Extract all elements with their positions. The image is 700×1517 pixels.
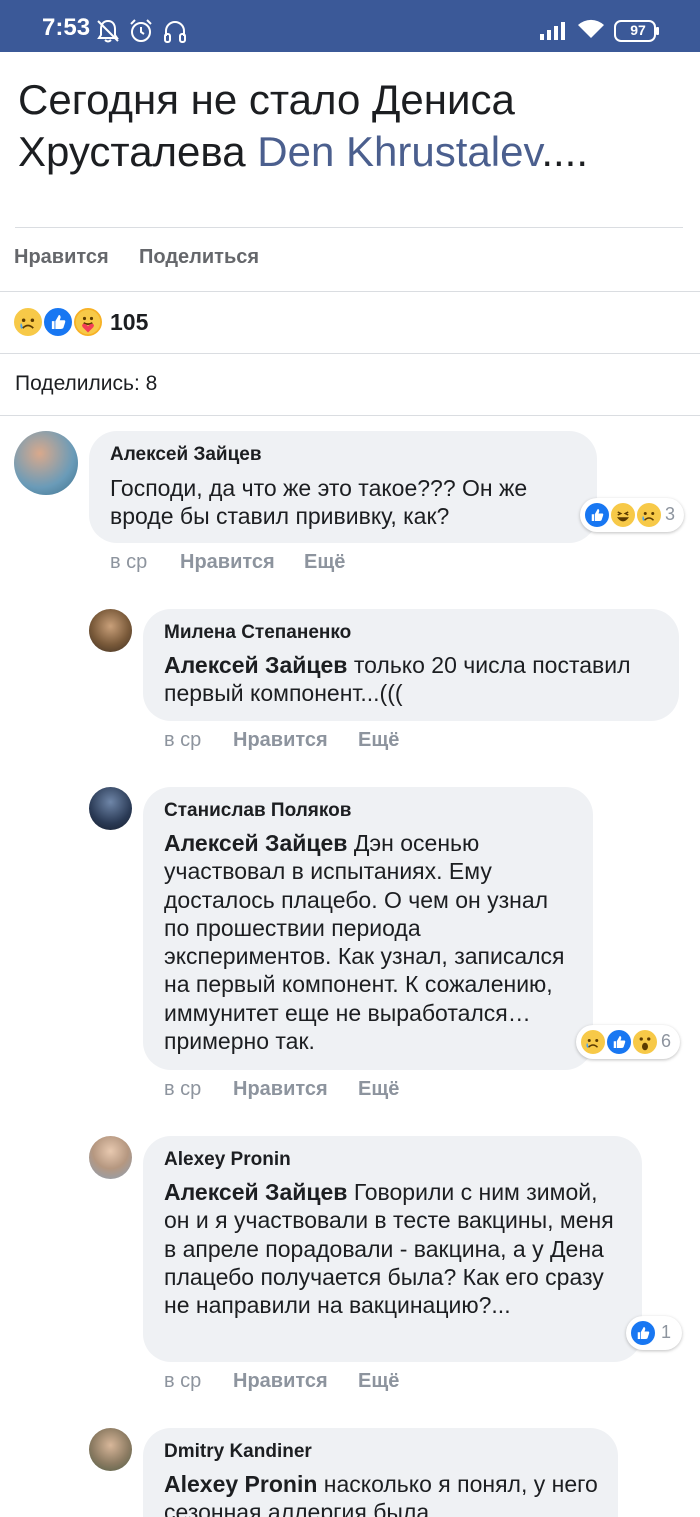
comment-author[interactable]: Dmitry Kandiner (164, 1441, 312, 1463)
comment-reactions-count: 6 (661, 1031, 672, 1051)
comment-text: Алексей Зайцев Говорили с ним зимой, он … (164, 1178, 626, 1319)
comment-author[interactable]: Станислав Поляков (164, 800, 351, 822)
like-button[interactable]: Нравится (14, 246, 109, 269)
comment-reactions-count: 1 (661, 1322, 672, 1342)
headphones-icon (162, 18, 188, 49)
comment-more-button[interactable]: Ещё (358, 729, 399, 752)
comment-reactions[interactable]: 1 (626, 1316, 682, 1350)
comment-like-button[interactable]: Нравится (180, 551, 275, 574)
avatar[interactable] (14, 431, 78, 495)
avatar[interactable] (89, 609, 132, 652)
comment-time: в ср (164, 729, 202, 751)
care-icon (72, 306, 104, 338)
like-icon (629, 1319, 657, 1347)
avatar[interactable] (89, 1428, 132, 1471)
sad-icon (579, 1028, 607, 1056)
like-icon (583, 501, 611, 529)
comment-time: в ср (110, 551, 148, 573)
comment-more-button[interactable]: Ещё (358, 1078, 399, 1101)
avatar[interactable] (89, 787, 132, 830)
alarm-icon (128, 18, 154, 49)
comment-reactions-count: 3 (665, 504, 676, 524)
comment-like-button[interactable]: Нравится (233, 1078, 328, 1101)
notifications-muted-icon (96, 18, 120, 49)
comment-author[interactable]: Милена Степаненко (164, 622, 351, 644)
wifi-icon (576, 18, 606, 45)
like-icon (42, 306, 74, 338)
haha-icon (609, 501, 637, 529)
like-icon (605, 1028, 633, 1056)
wow-icon (631, 1028, 659, 1056)
divider (0, 353, 700, 354)
comment-body: Господи, да что же это такое??? Он же вр… (110, 475, 528, 530)
post-title-suffix: .... (541, 128, 589, 175)
profile-link[interactable]: Den Khrustalev (257, 128, 541, 175)
comment-body: Дэн осенью участвовал в испытаниях. Ему … (164, 830, 565, 1055)
comment-like-button[interactable]: Нравится (233, 729, 328, 752)
comment-reactions[interactable]: 6 (576, 1025, 680, 1059)
comment-more-button[interactable]: Ещё (358, 1370, 399, 1393)
comment-time: в ср (164, 1370, 202, 1392)
divider (15, 227, 683, 228)
shares-count[interactable]: Поделились: 8 (15, 372, 157, 396)
post-title: Сегодня не стало Дениса Хрусталева Den K… (18, 74, 678, 178)
comment-mention[interactable]: Alexey Pronin (164, 1471, 317, 1497)
comment-mention[interactable]: Алексей Зайцев (164, 652, 347, 678)
share-button[interactable]: Поделиться (139, 246, 259, 269)
comment-mention[interactable]: Алексей Зайцев (164, 1179, 347, 1205)
sad-icon (635, 501, 663, 529)
comment-text: Alexey Pronin насколько я понял, у него … (164, 1470, 604, 1517)
comment-mention[interactable]: Алексей Зайцев (164, 830, 347, 856)
comment-text: Алексей Зайцев Дэн осенью участвовал в и… (164, 829, 576, 1055)
avatar[interactable] (89, 1136, 132, 1179)
comment-author[interactable]: Алексей Зайцев (110, 444, 262, 466)
signal-icon (538, 20, 568, 45)
comment-text: Алексей Зайцев только 20 числа поставил … (164, 651, 664, 708)
battery-level: 97 (630, 22, 646, 38)
status-bar: 7:53 97 (0, 0, 700, 52)
comment-time: в ср (164, 1078, 202, 1100)
comment-like-button[interactable]: Нравится (233, 1370, 328, 1393)
comment-more-button[interactable]: Ещё (304, 551, 345, 574)
comment-author[interactable]: Alexey Pronin (164, 1149, 291, 1171)
divider (0, 291, 700, 292)
sad-icon (12, 306, 44, 338)
comment-text: Господи, да что же это такое??? Он же вр… (110, 474, 580, 531)
divider (0, 415, 700, 416)
comment-reactions[interactable]: 3 (580, 498, 684, 532)
reactions-count: 105 (110, 309, 149, 335)
status-time: 7:53 (42, 14, 91, 41)
